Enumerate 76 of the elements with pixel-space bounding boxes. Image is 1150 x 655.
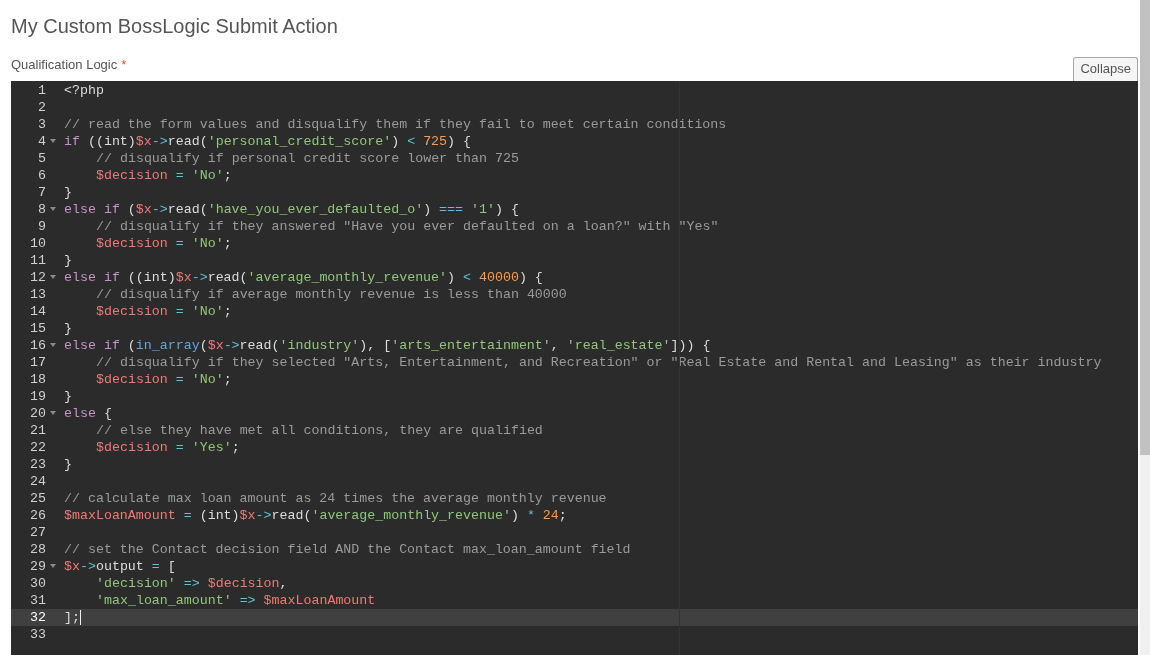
code-line: // disqualify if personal credit score lower than 725: [96, 149, 519, 167]
code-line: }: [64, 251, 72, 269]
fold-caret-icon[interactable]: [50, 275, 56, 279]
scrollbar-thumb[interactable]: [1140, 0, 1150, 455]
code-line: // else they have met all conditions, they are qualified: [96, 421, 543, 439]
line-number: 5: [38, 149, 46, 167]
line-number: 7: [38, 183, 46, 201]
line-number: 20: [30, 404, 46, 422]
line-number: 29: [30, 557, 46, 575]
code-line: $decision = 'No';: [96, 166, 232, 184]
code-line: $x->output = [: [64, 557, 176, 575]
fold-caret-icon[interactable]: [50, 207, 56, 211]
line-number: 10: [30, 234, 46, 252]
line-number: 16: [30, 336, 46, 354]
code-line: else if ($x->read('have_you_ever_defaulted_o') === '1') {: [64, 200, 519, 218]
line-number: 22: [30, 438, 46, 456]
line-number: 1: [38, 81, 46, 99]
fold-caret-icon[interactable]: [50, 564, 56, 568]
line-number: 23: [30, 455, 46, 473]
field-label: Qualification Logic: [11, 56, 118, 74]
line-number: 19: [30, 387, 46, 405]
line-number: 4: [38, 132, 46, 150]
required-mark: *: [121, 56, 127, 74]
line-number: 26: [30, 506, 46, 524]
code-line: }: [64, 319, 72, 337]
line-number: 6: [38, 166, 46, 184]
code-line: $maxLoanAmount = (int)$x->read('average_monthly_revenue') * 24;: [64, 506, 567, 524]
line-number: 8: [38, 200, 46, 218]
line-number: 31: [30, 591, 46, 609]
code-line: // read the form values and disqualify them if they fail to meet certain conditions: [64, 115, 727, 133]
code-line: // set the Contact decision field AND the Contact max_loan_amount field: [64, 540, 631, 558]
line-number: 15: [30, 319, 46, 337]
line-number: 32: [30, 608, 46, 626]
line-number: 11: [30, 251, 46, 269]
collapse-button[interactable]: Collapse: [1073, 56, 1138, 81]
code-line: 'decision' => $decision,: [96, 574, 288, 592]
line-number: 9: [38, 217, 46, 235]
line-number: 25: [30, 489, 46, 507]
line-number: 30: [30, 574, 46, 592]
page-title: My Custom BossLogic Submit Action: [11, 14, 338, 38]
code-line: $decision = 'No';: [96, 370, 232, 388]
fold-caret-icon[interactable]: [50, 139, 56, 143]
code-line: $decision = 'Yes';: [96, 438, 240, 456]
code-line: if ((int)$x->read('personal_credit_score') < 725) {: [64, 132, 472, 150]
code-line: // calculate max loan amount as 24 times the average monthly revenue: [64, 489, 607, 507]
code-line: else {: [64, 404, 112, 422]
line-number: 2: [38, 98, 46, 116]
code-line: }: [64, 387, 72, 405]
code-line: <?php: [64, 81, 104, 99]
line-number: 21: [30, 421, 46, 439]
line-number: 13: [30, 285, 46, 303]
code-line: ];: [64, 608, 80, 626]
code-line: 'max_loan_amount' => $maxLoanAmount: [96, 591, 376, 609]
code-editor[interactable]: [11, 80, 1138, 655]
line-number: 18: [30, 370, 46, 388]
code-line: }: [64, 455, 72, 473]
code-line: else if (in_array($x->read('industry'), ['arts_entertainment', 'real_estate'])) {: [64, 336, 711, 354]
line-number: 33: [30, 625, 46, 643]
line-number: 12: [30, 268, 46, 286]
scrollbar[interactable]: [1140, 0, 1150, 655]
code-line: $decision = 'No';: [96, 302, 232, 320]
fold-caret-icon[interactable]: [50, 411, 56, 415]
line-number: 14: [30, 302, 46, 320]
line-number: 28: [30, 540, 46, 558]
code-line: }: [64, 183, 72, 201]
text-cursor: [79, 609, 81, 625]
code-line: // disqualify if they selected "Arts, Entertainment, and Recreation" or "Real Estate and Rental and Leasing" as their industry: [96, 353, 1102, 371]
code-line: // disqualify if average monthly revenue is less than 40000: [96, 285, 567, 303]
code-line: $decision = 'No';: [96, 234, 232, 252]
line-number: 3: [38, 115, 46, 133]
code-line: // disqualify if they answered "Have you ever defaulted on a loan?" with "Yes": [96, 217, 719, 235]
line-number: 24: [30, 472, 46, 490]
code-line: else if ((int)$x->read('average_monthly_revenue') < 40000) {: [64, 268, 543, 286]
line-number: 17: [30, 353, 46, 371]
fold-caret-icon[interactable]: [50, 343, 56, 347]
line-number: 27: [30, 523, 46, 541]
